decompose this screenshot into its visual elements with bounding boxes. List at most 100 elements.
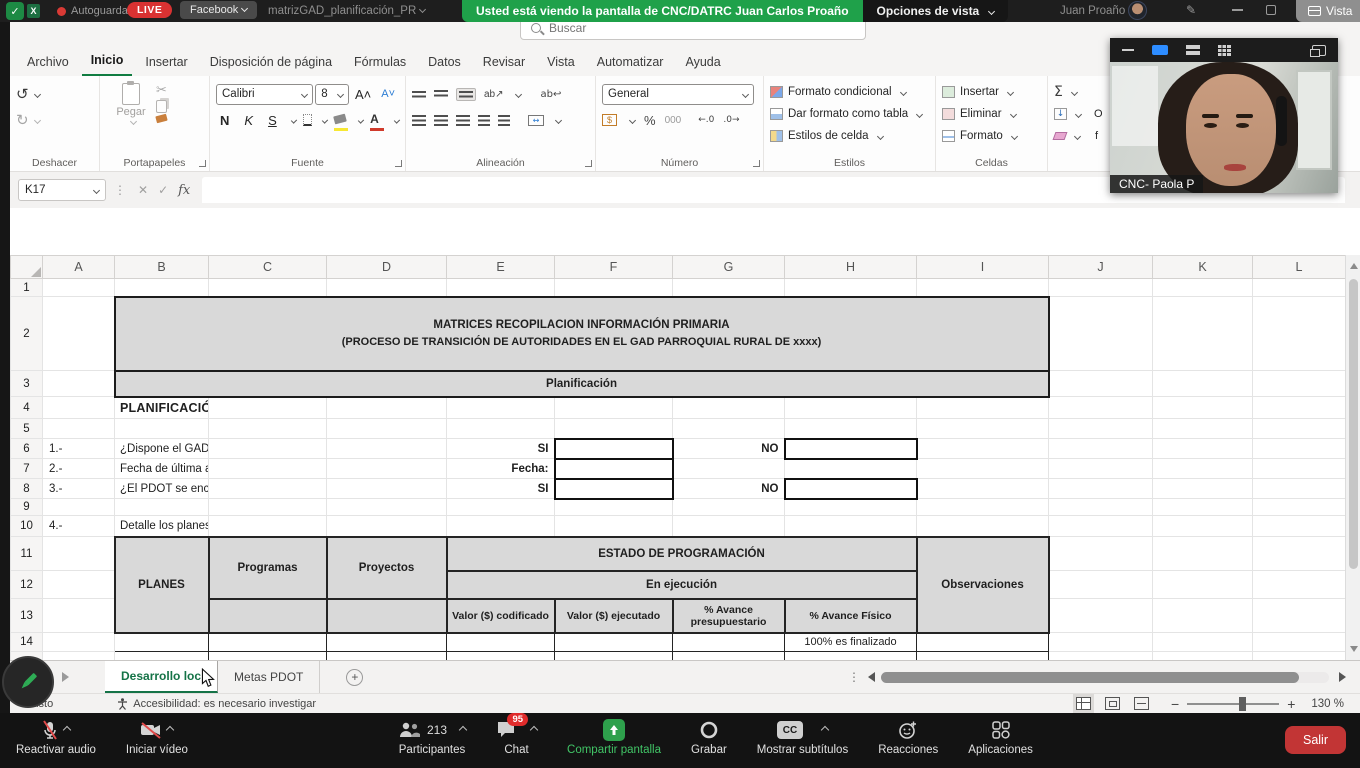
cell[interactable]: [1253, 499, 1346, 516]
cell[interactable]: [327, 279, 447, 297]
cell[interactable]: [1049, 516, 1153, 537]
chevron-down-icon[interactable]: [34, 116, 41, 123]
security-shield-icon[interactable]: ✓: [6, 2, 24, 20]
cell[interactable]: [917, 419, 1049, 439]
wrap-text-icon[interactable]: ab↩: [541, 89, 562, 100]
cell[interactable]: [917, 499, 1049, 516]
section-header-cell[interactable]: Planificación: [115, 371, 1049, 397]
percent-style-icon[interactable]: %: [644, 113, 656, 128]
cell[interactable]: [209, 279, 327, 297]
cell[interactable]: [1049, 479, 1153, 499]
cell[interactable]: [115, 419, 209, 439]
valor-ejecutado-header-cell[interactable]: Valor ($) ejecutado: [555, 599, 673, 633]
cell[interactable]: [917, 439, 1049, 459]
row-header[interactable]: 6: [11, 439, 43, 459]
cell[interactable]: [1253, 439, 1346, 459]
scroll-up-icon[interactable]: [1350, 263, 1358, 269]
cell[interactable]: [43, 633, 115, 652]
cell[interactable]: [1153, 652, 1253, 661]
zoom-slider[interactable]: [1187, 703, 1279, 705]
planes-header-cell[interactable]: PLANES: [115, 537, 209, 633]
facebook-stream-button[interactable]: Facebook: [180, 1, 257, 19]
delete-cells-button[interactable]: Eliminar: [942, 103, 1041, 125]
cell[interactable]: [785, 499, 917, 516]
increase-decimal-icon[interactable]: ←.0: [698, 115, 714, 125]
cell[interactable]: [209, 479, 327, 499]
col-header-L[interactable]: L: [1253, 256, 1346, 279]
alignment-dialog-launcher-icon[interactable]: [585, 160, 592, 167]
col-header-I[interactable]: I: [917, 256, 1049, 279]
cell[interactable]: [209, 397, 327, 419]
zoom-in-icon[interactable]: +: [1287, 696, 1295, 712]
si-label-cell[interactable]: SI: [447, 439, 555, 459]
cut-icon[interactable]: ✂: [156, 83, 167, 98]
cancel-entry-icon[interactable]: ✕: [138, 183, 148, 197]
minimize-icon[interactable]: [1232, 9, 1243, 11]
horizontal-scroll-thumb[interactable]: [881, 672, 1299, 683]
captions-button[interactable]: CC Mostrar subtítulos: [757, 719, 848, 756]
cell[interactable]: [43, 419, 115, 439]
cell[interactable]: [1253, 599, 1346, 633]
paste-button[interactable]: Pegar: [106, 81, 156, 124]
unmute-button[interactable]: Reactivar audio: [16, 719, 96, 756]
shrink-font-icon[interactable]: A˅: [377, 88, 399, 100]
chevron-up-icon[interactable]: [63, 726, 71, 734]
row-header[interactable]: 12: [11, 571, 43, 599]
table-data-cell[interactable]: [115, 633, 209, 652]
tab-vista[interactable]: Vista: [538, 50, 584, 76]
select-all-corner[interactable]: [11, 256, 43, 279]
row-header[interactable]: 2: [11, 297, 43, 371]
name-box[interactable]: K17: [18, 179, 106, 201]
strip-view-icon[interactable]: [1186, 45, 1200, 55]
cell[interactable]: [115, 279, 209, 297]
chevron-down-icon[interactable]: [629, 116, 636, 123]
chevron-down-icon[interactable]: [291, 117, 297, 123]
si-answer-box[interactable]: [555, 479, 673, 499]
chevron-down-icon[interactable]: [34, 90, 41, 97]
align-top-icon[interactable]: [412, 91, 426, 98]
cell[interactable]: [917, 479, 1049, 499]
document-title[interactable]: matrizGAD_planificación_PR: [268, 5, 425, 17]
cell[interactable]: [1153, 537, 1253, 571]
number-dialog-launcher-icon[interactable]: [753, 160, 760, 167]
estado-header-cell[interactable]: ESTADO DE PROGRAMACIÓN: [447, 537, 917, 571]
table-header-empty-cell[interactable]: [327, 599, 447, 633]
cell[interactable]: [785, 459, 917, 479]
horizontal-scrollbar[interactable]: [881, 672, 1329, 683]
cell[interactable]: [327, 439, 447, 459]
cell[interactable]: [1049, 297, 1153, 371]
apps-button[interactable]: Aplicaciones: [968, 719, 1033, 756]
undo-icon[interactable]: ↺: [16, 85, 29, 103]
chevron-down-icon[interactable]: [322, 117, 328, 123]
scroll-right-icon[interactable]: [1339, 672, 1346, 682]
cell[interactable]: [327, 479, 447, 499]
tab-insertar[interactable]: Insertar: [136, 50, 196, 76]
tab-inicio[interactable]: Inicio: [82, 48, 133, 76]
leave-button[interactable]: Salir: [1285, 726, 1346, 754]
view-options-button[interactable]: Opciones de vista: [863, 0, 1009, 22]
avance-presupuestario-header-cell[interactable]: % Avance presupuestario: [673, 599, 785, 633]
col-header-H[interactable]: H: [785, 256, 917, 279]
fecha-answer-box[interactable]: [555, 459, 673, 479]
chevron-up-icon[interactable]: [459, 726, 467, 734]
chevron-down-icon[interactable]: [555, 116, 562, 123]
cell[interactable]: [1153, 371, 1253, 397]
cell[interactable]: [1253, 479, 1346, 499]
cell[interactable]: [1153, 459, 1253, 479]
format-cells-button[interactable]: Formato: [942, 125, 1041, 147]
row-header[interactable]: 9: [11, 499, 43, 516]
align-right-icon[interactable]: [456, 115, 470, 126]
table-data-cell[interactable]: [447, 633, 555, 652]
cell[interactable]: [1153, 279, 1253, 297]
cell[interactable]: [1049, 279, 1153, 297]
question-text-cell[interactable]: ¿Dispone el GAD de PDOT?: [115, 439, 209, 459]
cell[interactable]: [1153, 633, 1253, 652]
question-text-cell[interactable]: Detalle los planes, programas y proyecto…: [115, 516, 209, 537]
cell[interactable]: [555, 397, 673, 419]
no-label-cell[interactable]: NO: [673, 439, 785, 459]
font-name-select[interactable]: Calibri: [216, 84, 313, 105]
scroll-down-icon[interactable]: [1350, 646, 1358, 652]
row-header[interactable]: 14: [11, 633, 43, 652]
cell[interactable]: [1153, 571, 1253, 599]
annotation-pencil-button[interactable]: [2, 656, 54, 708]
